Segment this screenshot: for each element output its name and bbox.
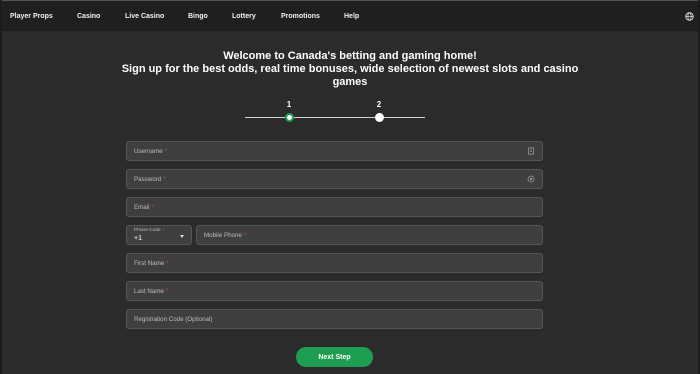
username-field[interactable]: Username * xyxy=(126,141,543,161)
phone-code-value: +1 xyxy=(134,235,142,242)
password-field[interactable]: Password * xyxy=(126,169,543,189)
nav-item-live-casino[interactable]: Live Casino xyxy=(125,13,164,20)
required-asterisk: * xyxy=(162,228,165,233)
mobile-phone-field[interactable]: Mobile Phone * xyxy=(196,225,543,245)
username-placeholder: Username * xyxy=(134,148,167,155)
last-name-field[interactable]: Last Name * xyxy=(126,281,543,301)
mobile-phone-placeholder: Mobile Phone * xyxy=(204,232,246,239)
email-label: Email xyxy=(134,204,150,211)
phone-code-label: Phone Code xyxy=(134,228,161,233)
id-card-icon xyxy=(528,147,534,155)
nav-item-player-props[interactable]: Player Props xyxy=(10,13,53,20)
chevron-down-icon xyxy=(180,235,184,238)
nav-item-help[interactable]: Help xyxy=(344,13,359,20)
nav-item-casino[interactable]: Casino xyxy=(77,13,100,20)
required-asterisk: * xyxy=(165,288,169,295)
globe-icon[interactable] xyxy=(685,12,694,21)
required-asterisk: * xyxy=(164,148,167,155)
email-placeholder: Email * xyxy=(134,204,154,211)
step-1-indicator-active xyxy=(285,113,294,122)
nav-item-promotions[interactable]: Promotions xyxy=(281,13,320,20)
page: Player Props Casino Live Casino Bingo Lo… xyxy=(0,0,700,374)
step-1-label: 1 xyxy=(286,100,292,109)
welcome-title: Welcome to Canada's betting and gaming h… xyxy=(223,50,477,62)
last-name-placeholder: Last Name * xyxy=(134,288,168,295)
username-label: Username xyxy=(134,148,163,155)
registration-code-field[interactable]: Registration Code (Optional) xyxy=(126,309,543,329)
required-asterisk: * xyxy=(243,232,247,239)
signup-stepper: 1 2 xyxy=(245,100,425,124)
welcome-subtitle: Sign up for the best odds, real time bon… xyxy=(121,63,579,75)
email-field[interactable]: Email * xyxy=(126,197,543,217)
welcome-subtitle-continued: games xyxy=(332,76,368,88)
required-asterisk: * xyxy=(151,204,154,211)
step-2-label: 2 xyxy=(376,100,382,109)
password-label: Password xyxy=(134,176,162,183)
first-name-placeholder: First Name * xyxy=(134,260,169,267)
password-placeholder: Password * xyxy=(134,176,166,183)
step-2-indicator xyxy=(375,113,384,122)
required-asterisk: * xyxy=(166,260,169,267)
eye-icon[interactable] xyxy=(527,175,535,183)
nav-item-bingo[interactable]: Bingo xyxy=(188,13,208,20)
mobile-phone-label: Mobile Phone xyxy=(204,232,242,239)
first-name-label: First Name xyxy=(134,260,165,267)
stepper-track xyxy=(245,117,425,118)
required-asterisk: * xyxy=(163,176,166,183)
registration-code-placeholder: Registration Code (Optional) xyxy=(134,316,213,323)
next-step-button[interactable]: Next Step xyxy=(296,347,373,367)
last-name-label: Last Name xyxy=(134,288,164,295)
top-nav: Player Props Casino Live Casino Bingo Lo… xyxy=(2,0,698,31)
nav-item-lottery[interactable]: Lottery xyxy=(232,13,256,20)
first-name-field[interactable]: First Name * xyxy=(126,253,543,273)
phone-code-label-wrap: Phone Code * xyxy=(134,228,165,233)
phone-code-select[interactable]: Phone Code * +1 xyxy=(126,225,192,245)
